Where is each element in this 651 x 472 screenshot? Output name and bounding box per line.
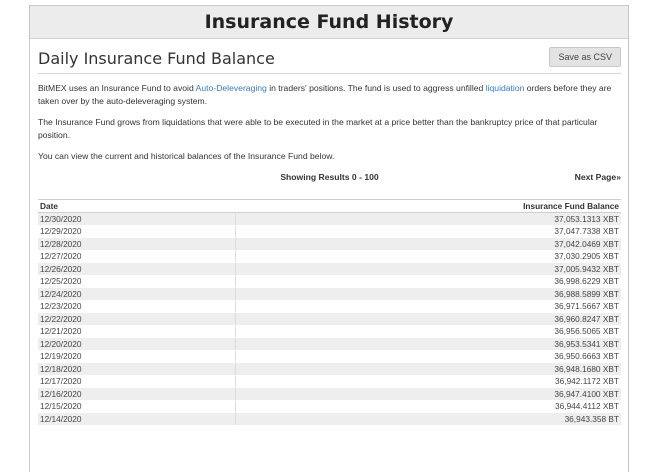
section-title: Daily Insurance Fund Balance [38, 49, 275, 68]
date-cell: 12/30/2020 [38, 212, 236, 226]
balance-cell: 37,030.2905 XBT [235, 250, 621, 263]
balance-cell: 37,005.9432 XBT [235, 262, 621, 276]
date-cell: 12/18/2020 [38, 362, 236, 376]
date-cell: 12/26/2020 [38, 262, 236, 276]
date-cell: 12/15/2020 [38, 400, 236, 413]
balance-cell: 36,988.5899 XBT [235, 287, 621, 301]
table-row: 12/28/2020 37,042.0469 XBT [38, 237, 621, 251]
intro-paragraph: BitMEX uses an Insurance Fund to avoid A… [38, 82, 621, 108]
save-csv-button[interactable]: Save as CSV [549, 47, 621, 67]
balance-cell: 36,948.1680 XBT [235, 362, 621, 376]
balance-cell: 36,942.1172 XBT [235, 375, 621, 388]
table-row: 12/14/2020 36,943.358 BT [38, 412, 621, 426]
table-row: 12/22/2020 36,960.8247 XBT [38, 312, 621, 326]
pagination-row: Showing Results 0 - 100 Next Page» [38, 172, 621, 186]
table-row: 12/25/2020 36,998.6229 XBT [38, 275, 621, 288]
balance-cell: 36,944.4112 XBT [235, 400, 621, 413]
table-row: 12/20/2020 36,953.5341 XBT [38, 337, 621, 351]
next-page-link[interactable]: Next Page» [575, 172, 621, 182]
balance-cell: 37,053.1313 XBT [235, 212, 621, 226]
table-row: 12/15/2020 36,944.4112 XBT [38, 400, 621, 413]
date-cell: 12/21/2020 [38, 325, 236, 338]
date-cell: 12/20/2020 [38, 337, 236, 351]
table-header-row: Date Insurance Fund Balance [38, 199, 621, 213]
liquidation-link[interactable]: liquidation [486, 83, 525, 93]
balance-cell: 37,047.7338 XBT [235, 225, 621, 238]
date-cell: 12/23/2020 [38, 300, 236, 313]
balance-cell: 36,953.5341 XBT [235, 337, 621, 351]
date-cell: 12/28/2020 [38, 237, 236, 251]
table-row: 12/16/2020 36,947.4100 XBT [38, 387, 621, 401]
auto-deleveraging-link[interactable]: Auto-Deleveraging [196, 83, 267, 93]
table-row: 12/19/2020 36,950.6663 XBT [38, 350, 621, 363]
table-body: 12/30/2020 37,053.1313 XBT 12/29/2020 37,04… [38, 212, 621, 426]
table-row: 12/27/2020 37,030.2905 XBT [38, 250, 621, 263]
intro-text-2: in traders' positions. The fund is used … [266, 83, 486, 93]
table-row: 12/24/2020 36,988.5899 XBT [38, 287, 621, 301]
table-row: 12/30/2020 37,053.1313 XBT [38, 212, 621, 226]
growth-paragraph: The Insurance Fund grows from liquidatio… [38, 117, 598, 140]
date-cell: 12/29/2020 [38, 225, 236, 238]
intro-text-1: BitMEX uses an Insurance Fund to avoid [38, 83, 196, 93]
view-paragraph: You can view the current and historical … [38, 151, 335, 161]
balance-cell: 36,943.358 BT [235, 412, 621, 426]
results-count: Showing Results 0 - 100 [280, 172, 379, 182]
page-title: Insurance Fund History [30, 6, 628, 39]
table-row: 12/21/2020 36,956.5065 XBT [38, 325, 621, 338]
date-column-header: Date [38, 199, 236, 213]
content-area: Daily Insurance Fund Balance Save as CSV… [30, 39, 628, 426]
date-cell: 12/24/2020 [38, 287, 236, 301]
date-cell: 12/14/2020 [38, 412, 236, 426]
table-row: 12/26/2020 37,005.9432 XBT [38, 262, 621, 276]
balance-cell: 36,947.4100 XBT [235, 387, 621, 401]
section-header: Daily Insurance Fund Balance Save as CSV [38, 39, 621, 74]
date-cell: 12/19/2020 [38, 350, 236, 363]
balance-cell: 36,956.5065 XBT [235, 325, 621, 338]
table-row: 12/17/2020 36,942.1172 XBT [38, 375, 621, 388]
date-cell: 12/27/2020 [38, 250, 236, 263]
balance-cell: 36,971.5667 XBT [235, 300, 621, 313]
date-cell: 12/17/2020 [38, 375, 236, 388]
date-cell: 12/25/2020 [38, 275, 236, 288]
balance-cell: 37,042.0469 XBT [235, 237, 621, 251]
balance-column-header: Insurance Fund Balance [235, 199, 621, 213]
insurance-fund-table: Date Insurance Fund Balance 12/30/2020 37… [38, 199, 621, 426]
table-row: 12/18/2020 36,948.1680 XBT [38, 362, 621, 376]
balance-cell: 36,998.6229 XBT [235, 275, 621, 288]
balance-cell: 36,950.6663 XBT [235, 350, 621, 363]
table-row: 12/29/2020 37,047.7338 XBT [38, 225, 621, 238]
table-row: 12/23/2020 36,971.5667 XBT [38, 300, 621, 313]
balance-cell: 36,960.8247 XBT [235, 312, 621, 326]
date-cell: 12/16/2020 [38, 387, 236, 401]
insurance-fund-panel: Insurance Fund History Daily Insurance F… [29, 5, 629, 472]
date-cell: 12/22/2020 [38, 312, 236, 326]
